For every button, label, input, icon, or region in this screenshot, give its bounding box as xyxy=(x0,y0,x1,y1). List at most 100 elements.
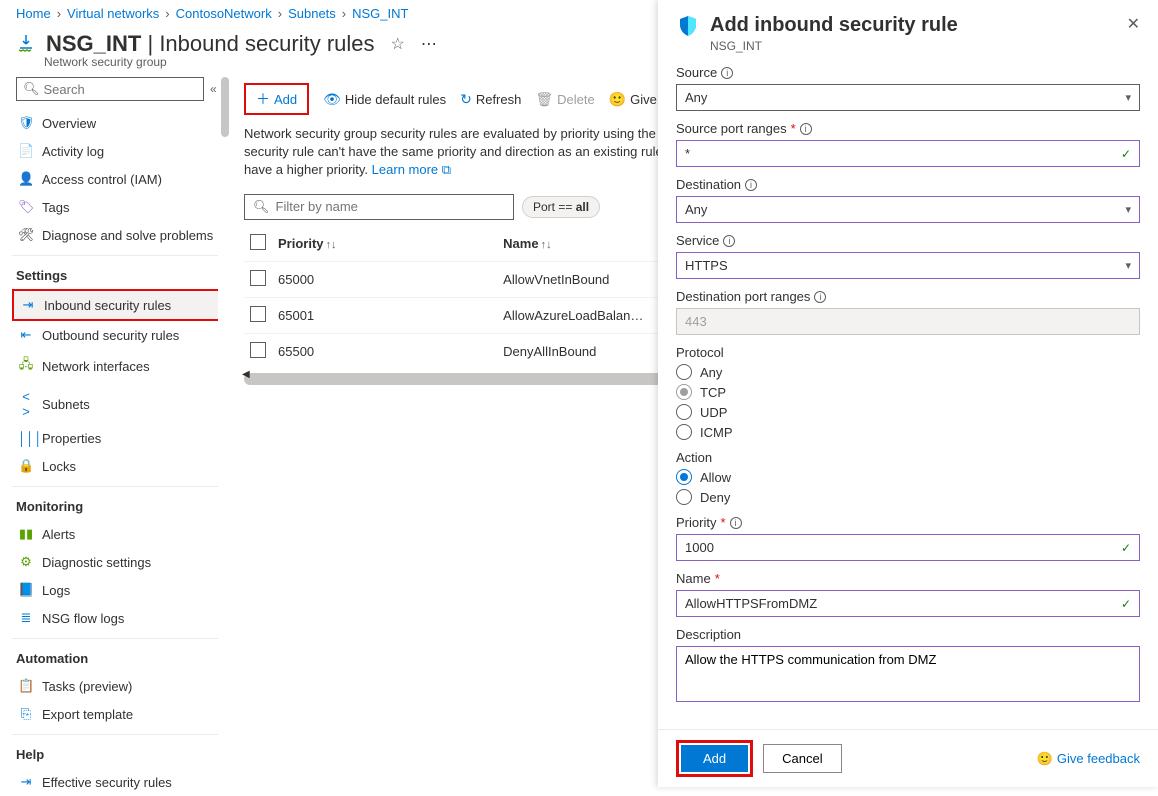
sidebar-item-logs[interactable]: 📘Logs xyxy=(12,576,232,604)
refresh-button[interactable]: ↻Refresh xyxy=(460,91,521,108)
chevron-down-icon: ▾ xyxy=(1125,91,1131,104)
check-icon: ✓ xyxy=(1121,597,1131,611)
sidebar-item-nsg-flow-logs[interactable]: ≣NSG flow logs xyxy=(12,604,232,632)
sidebar-item-network-interfaces[interactable]: 🖧Network interfaces xyxy=(12,349,232,383)
sidebar-search-input[interactable] xyxy=(44,82,197,97)
properties-icon: │││ xyxy=(18,431,34,446)
breadcrumb-vnets[interactable]: Virtual networks xyxy=(67,6,159,21)
label-description: Description xyxy=(676,627,1140,642)
row-checkbox[interactable] xyxy=(250,270,266,286)
close-icon[interactable]: ✕ xyxy=(1127,14,1140,34)
breadcrumb-contoso[interactable]: ContosoNetwork xyxy=(176,6,272,21)
label-source-port: Source port ranges*i xyxy=(676,121,1140,136)
radio-icon xyxy=(676,364,692,380)
protocol-any[interactable]: Any xyxy=(676,364,1140,380)
search-icon: 🔍︎ xyxy=(23,81,40,97)
sidebar-item-diagnose[interactable]: 🛠Diagnose and solve problems xyxy=(12,221,232,249)
sidebar-item-export-template[interactable]: ⎘Export template xyxy=(12,700,232,728)
name-input[interactable]: AllowHTTPSFromDMZ✓ xyxy=(676,590,1140,617)
more-icon[interactable]: ⋯ xyxy=(421,34,437,54)
source-port-input[interactable]: *✓ xyxy=(676,140,1140,167)
person-icon: 👤 xyxy=(18,171,34,187)
info-icon[interactable]: i xyxy=(814,291,826,303)
hide-default-rules-button[interactable]: 👁Hide default rules xyxy=(323,91,446,108)
sidebar-item-properties[interactable]: │││Properties xyxy=(12,425,232,452)
info-icon[interactable]: i xyxy=(800,123,812,135)
protocol-tcp[interactable]: TCP xyxy=(676,384,1140,400)
protocol-icmp[interactable]: ICMP xyxy=(676,424,1140,440)
flow-icon: ≣ xyxy=(18,610,34,626)
nic-icon: 🖧 xyxy=(18,355,34,377)
port-filter-pill[interactable]: Port == all xyxy=(522,196,600,218)
pane-add-button[interactable]: Add xyxy=(681,745,748,772)
alerts-icon: ▮▮ xyxy=(18,526,34,542)
chevron-down-icon: ▾ xyxy=(1125,259,1131,272)
sidebar-item-effective-rules[interactable]: ⇥Effective security rules xyxy=(12,768,232,796)
sidebar-item-iam[interactable]: 👤Access control (IAM) xyxy=(12,165,232,193)
sidebar-item-diagnostic-settings[interactable]: ⚙Diagnostic settings xyxy=(12,548,232,576)
pane-feedback-link[interactable]: 🙂Give feedback xyxy=(1037,751,1140,767)
service-select[interactable]: HTTPS▾ xyxy=(676,252,1140,279)
row-checkbox[interactable] xyxy=(250,306,266,322)
log-icon: 📄 xyxy=(18,143,34,159)
select-all-checkbox[interactable] xyxy=(244,226,272,262)
action-deny[interactable]: Deny xyxy=(676,489,1140,505)
pane-cancel-button[interactable]: Cancel xyxy=(763,744,841,773)
sidebar-item-overview[interactable]: 🛡Overview xyxy=(12,109,232,137)
row-checkbox[interactable] xyxy=(250,342,266,358)
favorite-icon[interactable]: ☆ xyxy=(391,34,405,54)
effective-icon: ⇥ xyxy=(18,774,34,790)
download-icon xyxy=(16,33,36,56)
sidebar-scrollbar[interactable] xyxy=(218,77,232,794)
diag-icon: ⚙ xyxy=(18,554,34,570)
info-icon[interactable]: i xyxy=(745,179,757,191)
radio-icon xyxy=(676,424,692,440)
sidebar-item-tasks[interactable]: 📋Tasks (preview) xyxy=(12,672,232,700)
export-icon: ⎘ xyxy=(18,706,34,722)
pane-subtitle: NSG_INT xyxy=(710,39,958,53)
breadcrumb-home[interactable]: Home xyxy=(16,6,51,21)
protocol-udp[interactable]: UDP xyxy=(676,404,1140,420)
sidebar-item-outbound-rules[interactable]: ⇤Outbound security rules xyxy=(12,321,232,349)
sidebar-item-activity-log[interactable]: 📄Activity log xyxy=(12,137,232,165)
source-select[interactable]: Any▾ xyxy=(676,84,1140,111)
info-icon[interactable]: i xyxy=(723,235,735,247)
learn-more-link[interactable]: Learn more ⧉ xyxy=(372,162,451,177)
breadcrumb-subnets[interactable]: Subnets xyxy=(288,6,336,21)
lock-icon: 🔒 xyxy=(18,458,34,474)
radio-icon xyxy=(676,469,692,485)
check-icon: ✓ xyxy=(1121,147,1131,161)
shield-icon: 🛡 xyxy=(18,115,34,131)
priority-input[interactable]: 1000✓ xyxy=(676,534,1140,561)
action-allow[interactable]: Allow xyxy=(676,469,1140,485)
sidebar-item-tags[interactable]: 🏷Tags xyxy=(12,193,232,221)
col-priority[interactable]: Priority↑↓ xyxy=(272,226,497,262)
info-icon[interactable]: i xyxy=(721,67,733,79)
label-source: Sourcei xyxy=(676,65,1140,80)
filter-by-name[interactable]: 🔍︎ xyxy=(244,194,514,220)
sidebar-search[interactable]: 🔍︎ xyxy=(16,77,204,101)
breadcrumb-nsg[interactable]: NSG_INT xyxy=(352,6,408,21)
sidebar-item-locks[interactable]: 🔒Locks xyxy=(12,452,232,480)
add-rule-pane: Add inbound security rule NSG_INT ✕ Sour… xyxy=(658,0,1158,787)
label-destination: Destinationi xyxy=(676,177,1140,192)
sidebar-item-inbound-rules[interactable]: ⇥Inbound security rules xyxy=(12,289,232,321)
collapse-sidebar-icon[interactable]: « xyxy=(210,82,217,96)
destination-select[interactable]: Any▾ xyxy=(676,196,1140,223)
add-button[interactable]: ＋Add xyxy=(244,83,309,115)
radio-icon xyxy=(676,384,692,400)
wrench-icon: 🛠 xyxy=(18,227,34,243)
label-dest-port: Destination port rangesi xyxy=(676,289,1140,304)
feedback-icon: 🙂 xyxy=(609,91,626,108)
shield-icon xyxy=(676,14,700,38)
sidebar-item-alerts[interactable]: ▮▮Alerts xyxy=(12,520,232,548)
page-title: NSG_INT | Inbound security rules xyxy=(46,31,375,57)
logs-icon: 📘 xyxy=(18,582,34,598)
filter-input[interactable] xyxy=(276,199,505,214)
pane-title: Add inbound security rule xyxy=(710,14,958,37)
info-icon[interactable]: i xyxy=(730,517,742,529)
description-textarea[interactable] xyxy=(676,646,1140,702)
inbound-icon: ⇥ xyxy=(20,297,36,313)
label-action: Action xyxy=(676,450,1140,465)
sidebar-item-subnets[interactable]: < >Subnets xyxy=(12,383,232,425)
